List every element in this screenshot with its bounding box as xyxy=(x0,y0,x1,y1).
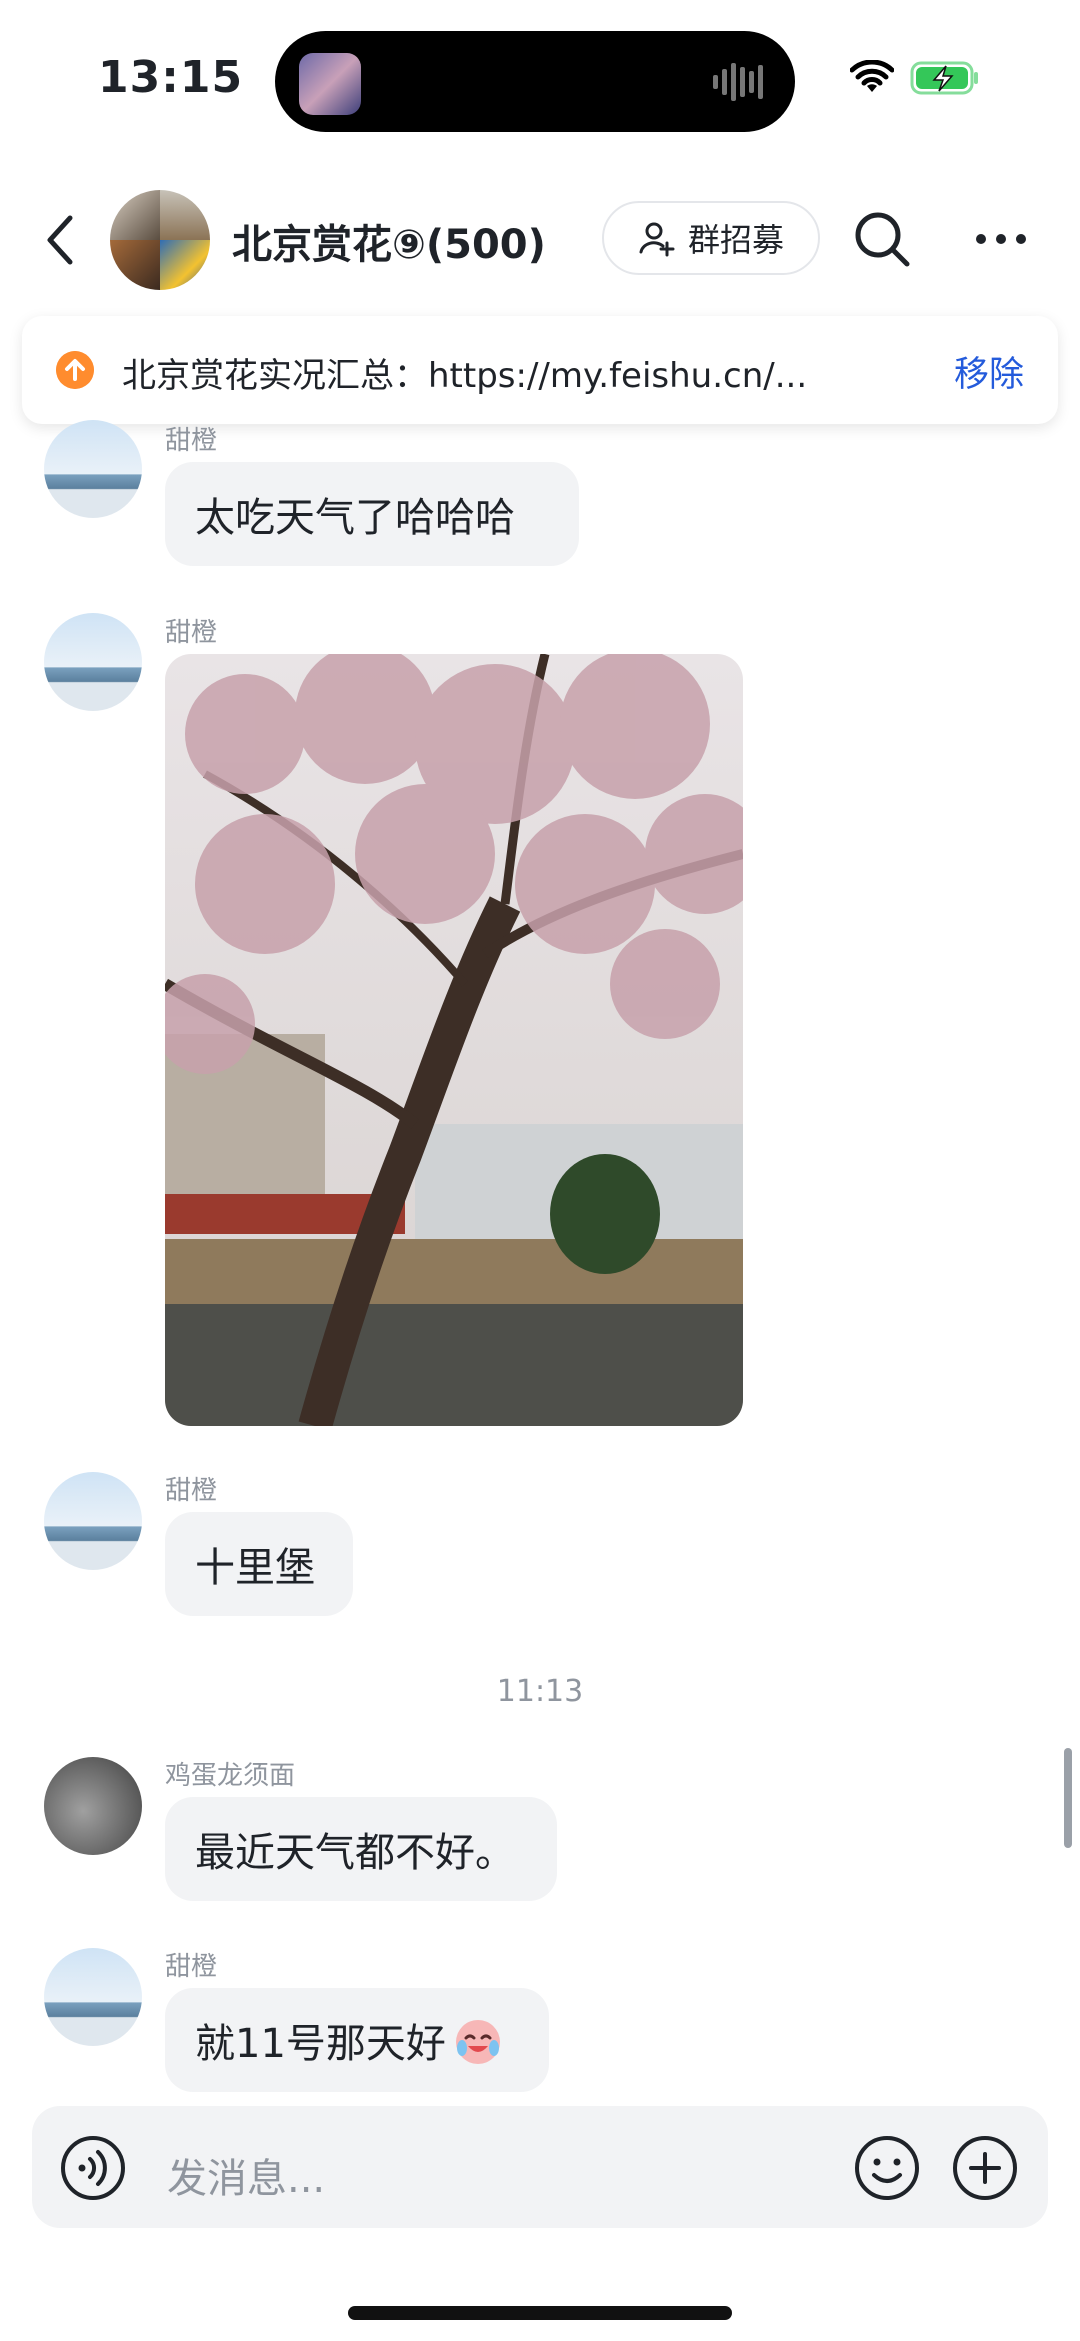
message-input[interactable]: 发消息... xyxy=(167,2146,325,2204)
sender-name: 鸡蛋龙须面 xyxy=(165,1761,296,1791)
sender-name: 甜橙 xyxy=(165,426,218,456)
message-bubble[interactable]: 太吃天气了哈哈哈 xyxy=(165,462,579,566)
avatar[interactable] xyxy=(44,420,142,518)
wifi-icon xyxy=(850,60,894,92)
more-icon[interactable] xyxy=(975,224,1027,254)
back-icon[interactable] xyxy=(40,210,80,270)
search-icon[interactable] xyxy=(853,210,911,268)
message-image[interactable] xyxy=(165,654,743,1426)
avatar[interactable] xyxy=(44,1948,142,2046)
scrollbar-thumb[interactable] xyxy=(1064,1748,1072,1848)
sender-name: 甜橙 xyxy=(165,618,218,648)
audio-wave-icon xyxy=(713,63,763,101)
add-user-icon xyxy=(639,222,675,257)
group-recruit-label: 群招募 xyxy=(687,221,784,259)
blossom-tree-photo xyxy=(165,654,743,1426)
battery-charging-icon xyxy=(910,61,978,95)
group-recruit-button[interactable]: 群招募 xyxy=(602,201,820,275)
plus-icon[interactable] xyxy=(952,2135,1018,2201)
pinned-remove-button[interactable]: 移除 xyxy=(954,346,1024,397)
now-playing-thumbnail xyxy=(299,53,361,115)
group-avatar[interactable] xyxy=(110,190,210,290)
status-time: 13:15 xyxy=(98,52,244,103)
avatar[interactable] xyxy=(44,613,142,711)
time-divider: 11:13 xyxy=(496,1674,584,1709)
pinned-text[interactable]: 北京赏花实况汇总：https://my.feishu.cn/... xyxy=(122,348,892,397)
message-bubble[interactable]: 就11号那天好 xyxy=(165,1988,549,2092)
sender-name: 甜橙 xyxy=(165,1952,218,1982)
chat-title[interactable]: 北京赏花⑨(500) xyxy=(232,212,546,270)
home-indicator[interactable] xyxy=(348,2306,732,2320)
pinned-banner[interactable]: 北京赏花实况汇总：https://my.feishu.cn/... 移除 xyxy=(22,316,1058,424)
sender-name: 甜橙 xyxy=(165,1476,218,1506)
message-bubble[interactable]: 最近天气都不好。 xyxy=(165,1797,557,1901)
crying-laughing-emoji-icon xyxy=(455,2020,500,2064)
emoji-icon[interactable] xyxy=(854,2135,920,2201)
dynamic-island[interactable] xyxy=(275,31,795,132)
avatar[interactable] xyxy=(44,1757,142,1855)
pin-up-arrow-icon xyxy=(56,351,94,389)
voice-input-icon[interactable] xyxy=(60,2135,126,2201)
message-text: 就11号那天好 xyxy=(195,2021,446,2067)
message-input-bar: 发消息... xyxy=(32,2106,1048,2228)
message-bubble[interactable]: 十里堡 xyxy=(165,1512,353,1616)
avatar[interactable] xyxy=(44,1472,142,1570)
